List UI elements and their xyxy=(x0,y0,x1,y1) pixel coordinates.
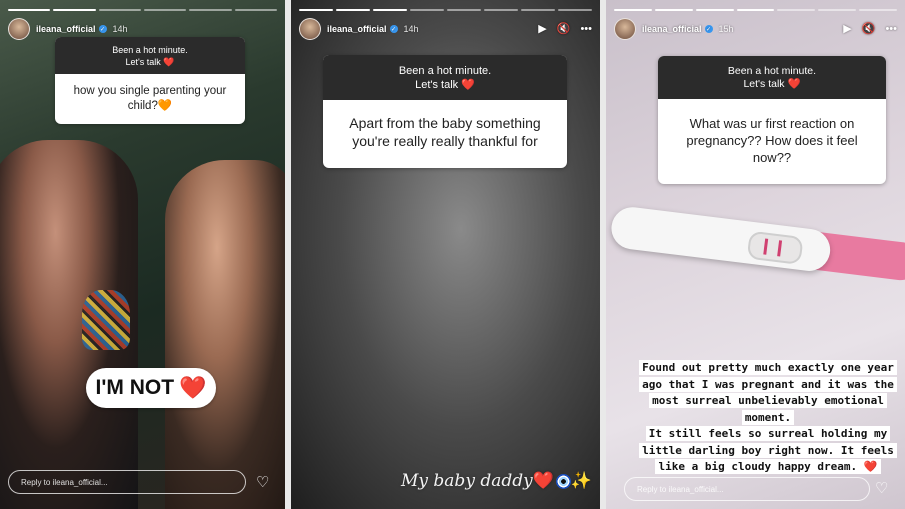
heart-icon: ❤️ xyxy=(532,471,554,491)
question-header: Been a hot minute. Let's talk ❤️ xyxy=(55,37,245,74)
post-time: 14h xyxy=(112,24,128,34)
progress-bar xyxy=(521,9,555,11)
evil-eye-icon xyxy=(555,474,571,489)
play-icon[interactable]: ▶ xyxy=(843,23,851,35)
mute-icon[interactable]: 🔇 xyxy=(862,23,876,35)
story-header: ileana_official ✓ 14h ▶ 🔇 ••• xyxy=(299,18,592,40)
verified-icon: ✓ xyxy=(98,25,107,33)
progress-bar xyxy=(859,9,898,11)
progress-bar xyxy=(484,9,518,11)
story-text-paragraph-2-text: It still feels so surreal holding my lit… xyxy=(642,427,894,473)
heart-icon: ❤️ xyxy=(163,57,175,67)
test-line xyxy=(763,238,769,255)
question-header-line-2-text: Let's talk xyxy=(743,78,785,90)
story-caption: My baby daddy❤️ ✨ xyxy=(401,471,592,491)
question-header-line-2: Let's talk ❤️ xyxy=(61,56,239,68)
test-line xyxy=(777,240,783,257)
progress-bar xyxy=(447,9,481,11)
reply-placeholder: Reply to ileana_official... xyxy=(637,484,724,494)
heart-icon: ❤️ xyxy=(863,460,878,473)
progress-bar xyxy=(654,9,693,11)
photo-woman xyxy=(165,160,285,509)
caption-text: My baby daddy xyxy=(401,471,533,491)
progress-bar xyxy=(695,9,734,11)
progress-bar xyxy=(189,9,232,11)
story-header: ileana_official ✓ 15h ▶ 🔇 ••• xyxy=(614,18,897,40)
story-panel-1: ileana_official ✓ 14h Been a hot minute.… xyxy=(0,0,285,509)
mute-icon[interactable]: 🔇 xyxy=(557,23,571,35)
heart-icon: ❤️ xyxy=(461,79,475,91)
progress-bar xyxy=(373,9,407,11)
progress-bar xyxy=(143,9,187,11)
question-header: Been a hot minute. Let's talk ❤️ xyxy=(323,55,567,100)
username[interactable]: ileana_official xyxy=(36,24,96,34)
progress-bar xyxy=(8,9,51,11)
question-header-line-2: Let's talk ❤️ xyxy=(329,78,561,92)
progress-bars xyxy=(614,9,898,11)
story-panel-3: ileana_official ✓ 15h ▶ 🔇 ••• Been a hot… xyxy=(606,0,905,509)
sparkles-icon: ✨ xyxy=(570,471,593,491)
more-icon[interactable]: ••• xyxy=(580,23,592,35)
question-header-line-1: Been a hot minute. xyxy=(398,65,492,77)
orange-heart-icon: 🧡 xyxy=(157,100,173,112)
story-panel-2: ileana_official ✓ 14h ▶ 🔇 ••• Been a hot… xyxy=(291,0,600,509)
progress-bar xyxy=(818,9,857,11)
pregnancy-test-photo xyxy=(608,187,905,293)
progress-bar xyxy=(777,9,816,11)
progress-bar xyxy=(410,9,444,11)
verified-icon: ✓ xyxy=(389,25,398,33)
question-header-line-2: Let's talk ❤️ xyxy=(664,78,880,91)
story-text-paragraph-1: Found out pretty much exactly one year a… xyxy=(639,360,897,425)
story-text-paragraph-2: It still feels so surreal holding my lit… xyxy=(639,426,897,474)
question-sticker[interactable]: Been a hot minute. Let's talk ❤️ Apart f… xyxy=(323,55,567,168)
progress-bars xyxy=(299,9,592,11)
heart-icon: ❤️ xyxy=(179,375,207,400)
question-header-line-1: Been a hot minute. xyxy=(727,65,817,77)
progress-bar xyxy=(558,9,592,11)
more-icon[interactable]: ••• xyxy=(885,23,897,35)
progress-bar xyxy=(614,9,652,11)
question-answer: What was ur first reaction on pregnancy?… xyxy=(686,116,858,165)
question-sticker[interactable]: Been a hot minute. Let's talk ❤️ how you… xyxy=(55,37,245,124)
progress-bars xyxy=(8,9,277,11)
avatar[interactable] xyxy=(614,18,636,40)
question-sticker[interactable]: Been a hot minute. Let's talk ❤️ What wa… xyxy=(658,56,886,184)
reply-input[interactable]: Reply to ileana_official... xyxy=(8,470,246,494)
question-header-line-1: Been a hot minute. xyxy=(112,45,188,55)
sticker-text: I'M NOT xyxy=(95,376,175,399)
verified-icon: ✓ xyxy=(704,25,713,33)
username[interactable]: ileana_official xyxy=(327,24,387,34)
progress-bar xyxy=(53,9,96,11)
like-heart-icon[interactable]: ♡ xyxy=(875,481,888,496)
avatar[interactable] xyxy=(8,18,30,40)
question-header: Been a hot minute. Let's talk ❤️ xyxy=(658,56,886,99)
avatar[interactable] xyxy=(299,18,321,40)
question-answer-text: how you single parenting your child? xyxy=(73,85,227,112)
reply-input[interactable]: Reply to ileana_official... xyxy=(624,477,870,501)
question-header-line-2-text: Let's talk xyxy=(125,57,161,67)
progress-bar xyxy=(736,9,775,11)
question-header-line-2-text: Let's talk xyxy=(415,79,459,91)
play-icon[interactable]: ▶ xyxy=(538,23,546,35)
progress-bar xyxy=(234,9,277,11)
progress-bar xyxy=(336,9,370,11)
post-time: 15h xyxy=(718,24,734,34)
like-heart-icon[interactable]: ♡ xyxy=(256,475,269,490)
reply-placeholder: Reply to ileana_official... xyxy=(21,477,108,487)
progress-bar xyxy=(299,9,333,11)
question-answer: Apart from the baby something you're rea… xyxy=(349,115,541,149)
post-time: 14h xyxy=(403,24,419,34)
im-not-sticker: I'M NOT ❤️ xyxy=(86,368,216,408)
photo-vase xyxy=(82,290,130,350)
story-text: Found out pretty much exactly one year a… xyxy=(630,360,905,476)
heart-icon: ❤️ xyxy=(787,78,801,90)
progress-bar xyxy=(98,9,141,11)
username[interactable]: ileana_official xyxy=(642,24,702,34)
question-answer: how you single parenting your child?🧡 xyxy=(55,74,245,124)
